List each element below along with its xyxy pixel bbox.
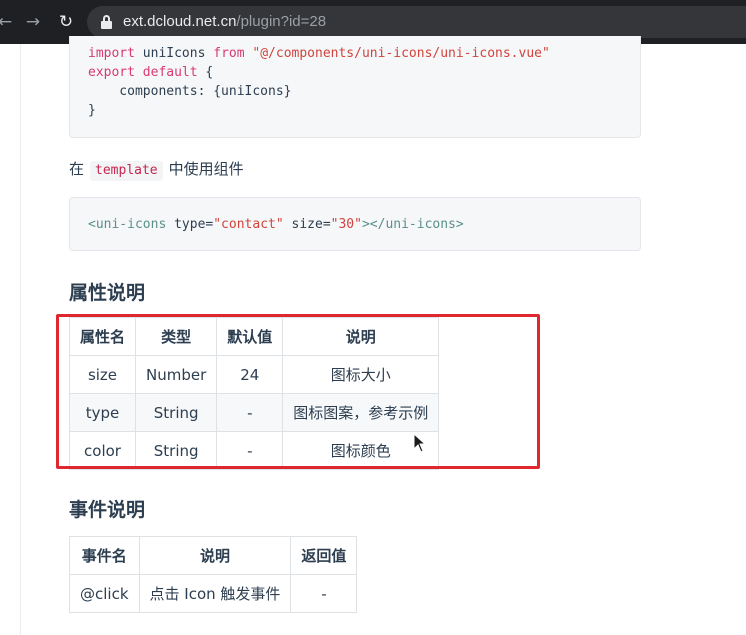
table-cell: 图标图案，参考示例 [282,393,440,432]
code-token: import [88,46,143,61]
table-cell: 24 [216,355,284,394]
column-header: 说明 [138,536,292,575]
code-line: } [88,101,640,120]
left-rail [0,44,21,635]
column-header: 默认值 [216,317,284,356]
column-header: 事件名 [69,536,140,575]
table-cell: 图标大小 [282,355,440,394]
code-token: "@/components/uni-icons/uni-icons.vue" [252,46,550,61]
table-cell: @click [69,574,140,613]
template-text-before: 在 [69,160,85,178]
url-text[interactable]: ext.dcloud.net.cn/plugin?id=28 [123,13,326,30]
events-table: 事件名 说明 返回值 @click 点击 Icon 触发事件 - [69,536,358,613]
url-path: /plugin?id=28 [236,13,327,30]
column-header: 返回值 [290,536,358,575]
code-line: export default { [88,63,640,82]
code-token: { [205,65,214,80]
props-heading: 属性说明 [69,282,146,304]
table-cell: String [135,393,218,432]
code-token: ></uni-icons> [361,217,464,232]
code-line: import uniIcons from "@/components/uni-i… [88,44,640,63]
props-table: 属性名 类型 默认值 说明 size Number 24 图标大小 type String - 图标… [68,317,440,470]
table-cell: - [216,393,284,432]
table-row: size Number 24 图标大小 [68,355,440,394]
table-cell: 点击 Icon 触发事件 [138,574,292,613]
url-host: ext.dcloud.net.cn [123,13,237,30]
table-cell: Number [135,355,218,394]
code-token: uniIcons [142,46,214,61]
import-code-block: import uniIcons from "@/components/uni-i… [69,36,641,138]
events-heading: 事件说明 [69,499,146,521]
table-cell: - [290,574,358,613]
address-bar[interactable]: ext.dcloud.net.cn/plugin?id=28 [87,6,746,38]
table-cell: - [216,431,284,470]
code-line: <uni-icons type="contact" size="30"></un… [88,215,640,234]
forward-arrow-icon[interactable]: → [22,11,44,33]
table-header-row: 事件名 说明 返回值 [69,536,358,575]
column-header: 说明 [282,317,440,356]
lock-icon[interactable] [101,15,112,29]
code-token: "contact" [213,217,292,232]
table-row: @click 点击 Icon 触发事件 - [69,574,358,613]
table-cell: color [68,431,137,470]
usage-code-block: <uni-icons type="contact" size="30"></un… [69,197,641,251]
code-token: type= [174,217,214,232]
code-token: <uni-icons [88,217,175,232]
page-content: import uniIcons from "@/components/uni-i… [0,36,746,635]
code-token: } [88,103,96,118]
column-header: 类型 [135,317,218,356]
code-token: size= [291,217,331,232]
table-row: color String - 图标颜色 [68,431,440,470]
column-header: 属性名 [68,317,137,356]
table-cell: String [135,431,218,470]
code-token: export default [88,65,206,80]
code-token: from [213,46,253,61]
table-cell: size [68,355,137,394]
table-cell: type [68,393,137,432]
inline-code-template: template [90,161,163,181]
code-line: components: {uniIcons} [88,82,640,101]
code-token: "30" [330,217,362,232]
code-token: components: {uniIcons} [88,84,292,99]
template-text-after: 中使用组件 [168,160,244,178]
table-row: type String - 图标图案，参考示例 [68,393,440,432]
back-arrow-icon[interactable]: ← [0,11,16,33]
reload-icon[interactable]: ↻ [55,11,77,33]
table-header-row: 属性名 类型 默认值 说明 [68,317,440,356]
mouse-cursor-icon [413,433,427,453]
template-usage-text: 在 template 中使用组件 [69,158,244,181]
